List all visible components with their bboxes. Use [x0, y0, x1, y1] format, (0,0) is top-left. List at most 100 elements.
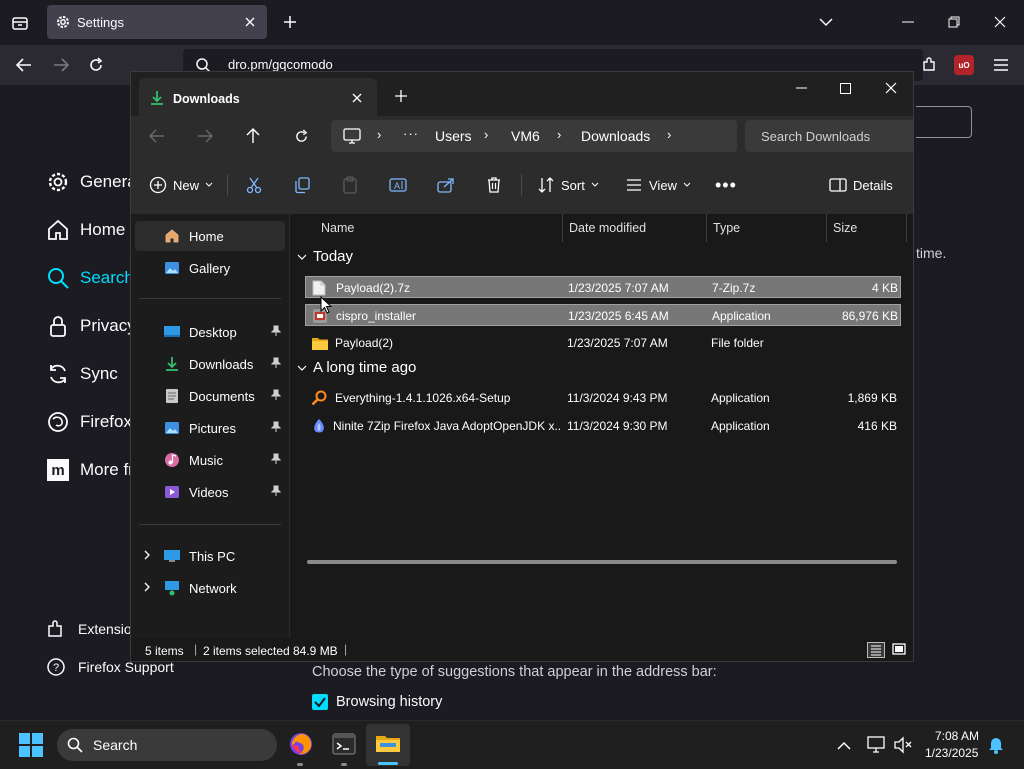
column-separator[interactable] [826, 214, 827, 242]
settings-nav-privacy[interactable]: Privacy [46, 314, 136, 338]
table-row[interactable]: Payload(2).7z 1/23/2025 7:07 AM 7-Zip.7z 4 … [305, 276, 901, 298]
settings-nav-sync[interactable]: Sync [46, 362, 118, 386]
pin-icon[interactable] [271, 453, 281, 465]
chevron-right-icon[interactable] [143, 582, 151, 592]
tab-settings[interactable]: Settings [47, 5, 267, 39]
back-icon[interactable] [147, 126, 167, 146]
running-indicator [297, 763, 303, 766]
nav-item-videos[interactable]: Videos [135, 477, 285, 507]
column-separator[interactable] [562, 214, 563, 242]
breadcrumb-vm6[interactable]: VM6 [511, 128, 540, 144]
nav-item-home[interactable]: Home [135, 221, 285, 251]
table-row[interactable]: cispro_installer 1/23/2025 6:45 AM Applica… [305, 304, 901, 326]
clock-time[interactable]: 7:08 AM [935, 729, 979, 743]
nav-item-network[interactable]: Network [135, 573, 285, 603]
chevron-down-icon[interactable] [816, 12, 836, 32]
pin-icon[interactable] [271, 389, 281, 401]
extensions-themes-link[interactable]: Extension [46, 619, 139, 639]
windows-start-icon[interactable] [18, 732, 44, 758]
cut-button[interactable] [245, 156, 263, 214]
breadcrumb-overflow-icon[interactable]: ··· [403, 126, 419, 141]
nav-item-documents[interactable]: Documents [135, 381, 285, 411]
settings-nav-search[interactable]: Search [46, 266, 134, 290]
menu-icon[interactable] [990, 54, 1012, 76]
maximize-icon[interactable] [835, 78, 855, 98]
refresh-icon[interactable] [291, 126, 311, 146]
forward-icon[interactable] [50, 54, 72, 76]
nav-item-this-pc[interactable]: This PC [135, 541, 285, 571]
settings-nav-home[interactable]: Home [46, 218, 125, 242]
firefox-taskbar-icon[interactable] [287, 730, 315, 758]
share-button[interactable] [437, 156, 455, 214]
rename-button[interactable]: A [389, 156, 407, 214]
delete-button[interactable] [485, 156, 503, 214]
pin-icon[interactable] [271, 485, 281, 497]
tab-list-icon[interactable] [8, 11, 32, 35]
back-icon[interactable] [13, 54, 35, 76]
notification-bell-icon[interactable] [986, 735, 1006, 755]
new-tab-icon[interactable] [393, 88, 409, 104]
nav-item-pictures[interactable]: Pictures [135, 413, 285, 443]
nav-item-desktop[interactable]: Desktop [135, 317, 285, 347]
column-header-size[interactable]: Size [833, 214, 857, 242]
restore-icon[interactable] [944, 12, 964, 32]
copy-button[interactable] [293, 156, 311, 214]
volume-muted-icon[interactable] [892, 734, 914, 756]
pin-icon[interactable] [271, 357, 281, 369]
details-view-toggle[interactable] [867, 642, 885, 658]
reload-icon[interactable] [85, 54, 107, 76]
forward-icon[interactable] [195, 126, 215, 146]
selected-size: 84.9 MB [293, 644, 338, 658]
terminal-taskbar-icon[interactable] [331, 731, 357, 757]
pin-icon[interactable] [271, 325, 281, 337]
minimize-icon[interactable] [898, 12, 918, 32]
up-icon[interactable] [243, 126, 263, 146]
breadcrumb-users[interactable]: Users [435, 128, 472, 144]
column-separator[interactable] [706, 214, 707, 242]
sort-button[interactable]: Sort [537, 156, 599, 214]
clock-date[interactable]: 1/23/2025 [925, 746, 978, 760]
column-header-name[interactable]: Name [321, 214, 354, 242]
settings-nav-firefox[interactable]: Firefox [46, 410, 132, 434]
taskbar-search-box[interactable]: Search [57, 729, 277, 761]
tiles-view-toggle[interactable] [891, 642, 907, 658]
pin-icon[interactable] [271, 421, 281, 433]
chevron-right-icon[interactable] [143, 550, 151, 560]
explorer-taskbar-button[interactable] [366, 724, 410, 766]
minimize-icon[interactable] [791, 78, 811, 98]
nav-item-downloads[interactable]: Downloads [135, 349, 285, 379]
address-bar[interactable]: › ··· Users › VM6 › Downloads › [331, 120, 737, 152]
new-button[interactable]: New [149, 156, 213, 214]
close-window-icon[interactable] [990, 12, 1010, 32]
more-options-icon[interactable]: ••• [715, 156, 737, 214]
table-row[interactable]: Payload(2) 1/23/2025 7:07 AM File folder [305, 332, 901, 354]
column-separator[interactable] [906, 214, 907, 242]
chevron-up-icon[interactable] [834, 735, 854, 755]
close-tab-icon[interactable] [349, 90, 365, 106]
browsing-history-checkbox[interactable] [312, 694, 328, 710]
new-tab-icon[interactable] [280, 12, 300, 32]
paste-button[interactable] [341, 156, 359, 214]
network-status-icon[interactable] [866, 734, 888, 756]
table-row[interactable]: Everything-1.4.1.1026.x64-Setup 11/3/2024… [305, 387, 901, 409]
settings-nav-general[interactable]: General [46, 170, 140, 194]
group-header-long-ago[interactable]: A long time ago [297, 359, 416, 376]
nav-item-music[interactable]: Music [135, 445, 285, 475]
search-downloads-input[interactable]: Search Downloads [745, 120, 913, 152]
table-row[interactable]: Ninite 7Zip Firefox Java AdoptOpenJDK x.… [305, 415, 901, 437]
view-button[interactable]: View [625, 156, 691, 214]
close-window-icon[interactable] [881, 78, 901, 98]
explorer-tab-downloads[interactable]: Downloads [139, 78, 377, 116]
details-button[interactable]: Details [829, 156, 893, 214]
close-tab-icon[interactable] [243, 15, 257, 29]
column-header-date[interactable]: Date modified [569, 214, 646, 242]
ublock-icon[interactable]: uO [954, 55, 974, 75]
column-header-type[interactable]: Type [713, 214, 740, 242]
nav-item-gallery[interactable]: Gallery [135, 253, 285, 283]
settings-nav-more-from-mozilla[interactable]: m More fr [46, 458, 134, 482]
breadcrumb-downloads[interactable]: Downloads [581, 128, 650, 144]
settings-search-input[interactable] [916, 106, 972, 138]
group-header-today[interactable]: Today [297, 248, 353, 265]
horizontal-scrollbar[interactable] [307, 560, 897, 564]
divider [521, 174, 522, 196]
